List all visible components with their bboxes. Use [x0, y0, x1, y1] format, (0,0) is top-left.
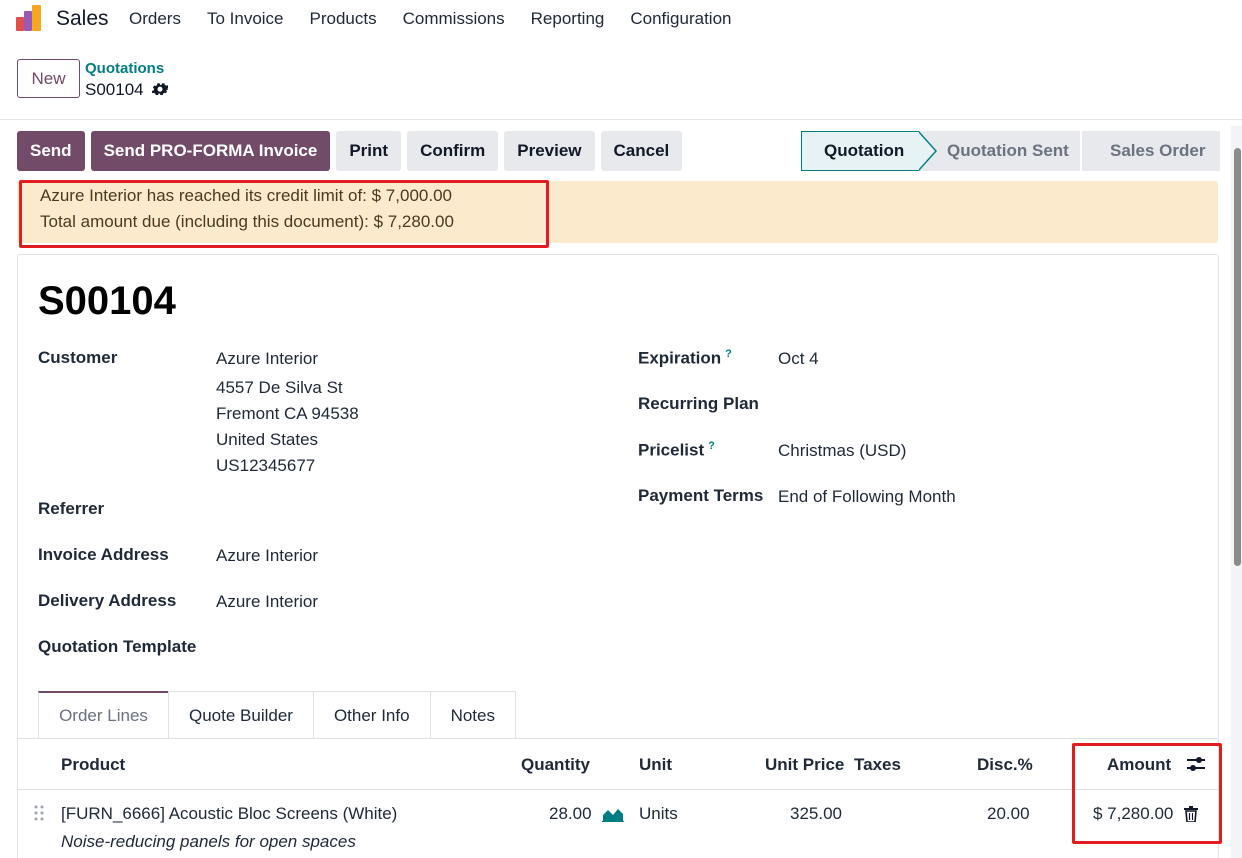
line-product[interactable]: [FURN_6666] Acoustic Bloc Screens (White… — [61, 804, 397, 824]
line-quantity[interactable]: 28.00 — [549, 804, 592, 824]
pricelist-label: Pricelist? — [638, 440, 715, 461]
status-bar: Quotation Quotation Sent Sales Order — [801, 131, 1220, 171]
breadcrumb-current: S00104 — [85, 80, 168, 100]
pricelist-help-icon[interactable]: ? — [708, 440, 715, 452]
line-amount: $ 7,280.00 — [1093, 804, 1174, 823]
cancel-button[interactable]: Cancel — [600, 131, 683, 171]
menu-orders[interactable]: Orders — [129, 9, 181, 29]
expiration-field[interactable]: Oct 4 — [778, 349, 819, 369]
expiration-label-text: Expiration — [638, 348, 722, 368]
app-name[interactable]: Sales — [56, 7, 109, 31]
customer-label: Customer — [38, 348, 118, 367]
expiration-help-icon[interactable]: ? — [725, 348, 732, 360]
notebook-tabs: Order Lines Quote Builder Other Info Not… — [38, 691, 516, 739]
menu-to-invoice[interactable]: To Invoice — [207, 9, 284, 29]
col-taxes[interactable]: Taxes — [854, 755, 901, 775]
preview-button[interactable]: Preview — [504, 131, 595, 171]
quotation-template-label: Quotation Template — [38, 637, 197, 656]
document-title: S00104 — [38, 279, 176, 323]
total-due-message: Total amount due (including this documen… — [40, 212, 454, 231]
line-description: Noise-reducing panels for open spaces — [61, 832, 356, 851]
stage-quotation-sent[interactable]: Quotation Sent — [919, 131, 1080, 171]
col-unit[interactable]: Unit — [639, 755, 672, 775]
menu-commissions[interactable]: Commissions — [403, 9, 505, 29]
invoice-address-field[interactable]: Azure Interior — [216, 546, 318, 566]
customer-country: United States — [216, 430, 319, 449]
forecast-chart-icon[interactable] — [602, 806, 624, 822]
menu-reporting[interactable]: Reporting — [531, 9, 605, 29]
tab-other-info[interactable]: Other Info — [312, 691, 431, 739]
menu-products[interactable]: Products — [310, 9, 377, 29]
confirm-button[interactable]: Confirm — [407, 131, 499, 171]
stage-quotation[interactable]: Quotation — [801, 131, 937, 171]
pricelist-label-text: Pricelist — [638, 440, 705, 460]
stage-sales-order[interactable]: Sales Order — [1080, 131, 1220, 171]
header-divider — [0, 119, 1242, 120]
drag-handle-icon[interactable] — [34, 805, 44, 821]
send-proforma-button[interactable]: Send PRO-FORMA Invoice — [90, 131, 331, 171]
recurring-plan-label: Recurring Plan — [638, 394, 759, 413]
gear-icon[interactable] — [151, 82, 168, 98]
delivery-address-label: Delivery Address — [38, 591, 177, 610]
referrer-label: Referrer — [38, 499, 105, 518]
tab-baseline — [17, 738, 1219, 739]
breadcrumb-quotations[interactable]: Quotations — [85, 60, 164, 77]
trash-icon[interactable] — [1184, 806, 1198, 822]
tab-order-lines[interactable]: Order Lines — [38, 691, 169, 739]
payment-terms-label: Payment Terms — [638, 486, 764, 505]
col-quantity[interactable]: Quantity — [521, 755, 590, 775]
expiration-label: Expiration? — [638, 348, 732, 369]
send-button[interactable]: Send — [17, 131, 85, 171]
record-name: S00104 — [85, 80, 144, 99]
line-unit[interactable]: Units — [639, 804, 678, 824]
tab-quote-builder[interactable]: Quote Builder — [168, 691, 314, 739]
optional-columns-icon[interactable] — [1185, 754, 1207, 774]
menu-configuration[interactable]: Configuration — [630, 9, 731, 29]
payment-terms-field[interactable]: End of Following Month — [778, 487, 956, 507]
col-amount[interactable]: Amount — [1107, 755, 1171, 775]
print-button[interactable]: Print — [336, 131, 402, 171]
new-button[interactable]: New — [17, 59, 80, 98]
credit-limit-message: Azure Interior has reached its credit li… — [40, 186, 452, 205]
table-header-divider — [18, 789, 1218, 790]
top-navbar: Sales Orders To Invoice Products Commiss… — [0, 0, 1242, 40]
customer-city: Fremont CA 94538 — [216, 404, 359, 423]
action-buttons: Send Send PRO-FORMA Invoice Print Confir… — [17, 131, 683, 171]
line-unit-price[interactable]: 325.00 — [790, 804, 842, 824]
form-sheet — [17, 254, 1219, 858]
col-disc[interactable]: Disc.% — [977, 755, 1033, 775]
sales-app-icon[interactable] — [15, 5, 45, 33]
pricelist-field[interactable]: Christmas (USD) — [778, 441, 906, 461]
invoice-address-label: Invoice Address — [38, 545, 169, 564]
main-menu: Orders To Invoice Products Commissions R… — [129, 9, 757, 29]
col-product[interactable]: Product — [61, 755, 125, 775]
customer-vat: US12345677 — [216, 456, 316, 475]
credit-limit-alert: Azure Interior has reached its credit li… — [17, 181, 1218, 243]
tab-notes[interactable]: Notes — [429, 691, 516, 739]
line-discount[interactable]: 20.00 — [987, 804, 1030, 824]
scrollbar-thumb[interactable] — [1234, 148, 1241, 566]
col-unit-price[interactable]: Unit Price — [765, 755, 844, 775]
customer-street: 4557 De Silva St — [216, 378, 343, 397]
customer-field[interactable]: Azure Interior — [216, 349, 318, 369]
delivery-address-field[interactable]: Azure Interior — [216, 592, 318, 612]
